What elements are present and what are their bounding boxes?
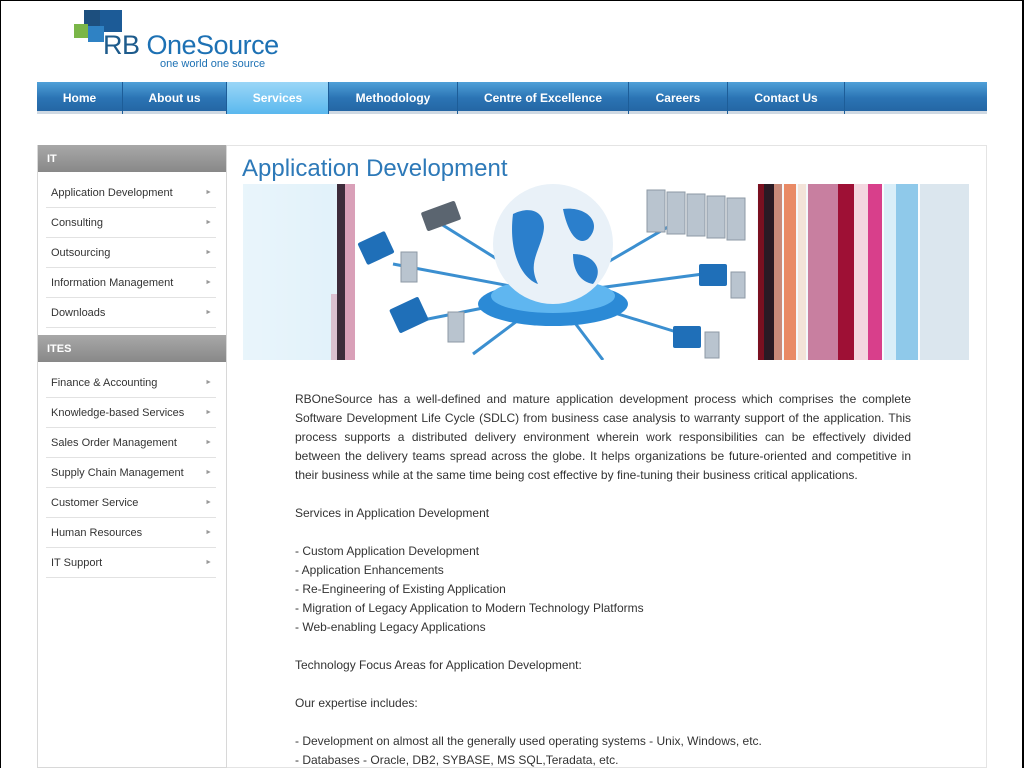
sidebar-item-label: Knowledge-based Services — [51, 406, 185, 419]
sidebar-item-label: Customer Service — [51, 496, 139, 509]
services-list-item: - Application Enhancements — [295, 563, 444, 577]
globe-network-illustration — [243, 184, 969, 360]
nav-centre-of-excellence[interactable]: Centre of Excellence — [458, 82, 629, 114]
sidebar-list-ites: Finance & Accounting ► Knowledge-based Se… — [38, 362, 226, 585]
article-body: RBOneSource has a well-defined and matur… — [295, 390, 911, 768]
nav-careers[interactable]: Careers — [629, 82, 728, 114]
nav-about-us[interactable]: About us — [123, 82, 227, 114]
intro-paragraph: RBOneSource has a well-defined and matur… — [295, 392, 911, 482]
sidebar-item-supply-chain-management[interactable]: Supply Chain Management ► — [46, 458, 216, 488]
sidebar-list-it: Application Development ► Consulting ► Out… — [38, 172, 226, 335]
services-list-item: - Web-enabling Legacy Applications — [295, 620, 486, 634]
sidebar-item-label: Outsourcing — [51, 246, 111, 259]
triangle-right-icon: ► — [205, 309, 212, 316]
sidebar-item-knowledge-based-services[interactable]: Knowledge-based Services ► — [46, 398, 216, 428]
services-list-item: - Re-Engineering of Existing Application — [295, 582, 506, 596]
page-title: Application Development — [242, 155, 508, 182]
sidebar-item-label: Downloads — [51, 306, 106, 319]
sidebar-item-label: Supply Chain Management — [51, 466, 184, 479]
sidebar-item-customer-service[interactable]: Customer Service ► — [46, 488, 216, 518]
sidebar-item-label: Finance & Accounting — [51, 376, 158, 389]
sidebar-item-label: Information Management — [51, 276, 174, 289]
sidebar-heading-ites: ITES — [38, 335, 226, 362]
sidebar-item-label: Sales Order Management — [51, 436, 177, 449]
main-nav: Home About us Services Methodology Centr… — [37, 82, 987, 114]
sidebar-item-label: IT Support — [51, 556, 103, 569]
triangle-right-icon: ► — [205, 379, 212, 386]
sidebar-item-sales-order-management[interactable]: Sales Order Management ► — [46, 428, 216, 458]
triangle-right-icon: ► — [205, 469, 212, 476]
main-content: Application Development RBOneSource has … — [227, 145, 987, 768]
site-logo[interactable]: RB OneSource one world one source — [70, 10, 290, 72]
services-heading: Services in Application Development — [295, 506, 490, 520]
nav-contact-us[interactable]: Contact Us — [728, 82, 845, 114]
nav-home[interactable]: Home — [37, 82, 123, 114]
sidebar-item-outsourcing[interactable]: Outsourcing ► — [46, 238, 216, 268]
triangle-right-icon: ► — [205, 529, 212, 536]
triangle-right-icon: ► — [205, 219, 212, 226]
sidebar-item-application-development[interactable]: Application Development ► — [46, 178, 216, 208]
tech-focus-heading: Technology Focus Areas for Application D… — [295, 658, 582, 672]
sidebar-item-downloads[interactable]: Downloads ► — [46, 298, 216, 328]
logo-tagline: one world one source — [160, 58, 266, 70]
sidebar-item-consulting[interactable]: Consulting ► — [46, 208, 216, 238]
logo-wordmark: RB OneSource — [103, 30, 279, 60]
nav-services[interactable]: Services — [227, 82, 329, 114]
expertise-list-item: - Development on almost all the generall… — [295, 734, 762, 748]
nav-methodology[interactable]: Methodology — [329, 82, 458, 114]
sidebar-heading-it: IT — [38, 145, 226, 172]
sidebar-item-label: Consulting — [51, 216, 103, 229]
sidebar-item-finance-accounting[interactable]: Finance & Accounting ► — [46, 368, 216, 398]
triangle-right-icon: ► — [205, 499, 212, 506]
triangle-right-icon: ► — [205, 409, 212, 416]
expertise-list-item: - Databases - Oracle, DB2, SYBASE, MS SQ… — [295, 753, 619, 767]
sidebar-item-it-support[interactable]: IT Support ► — [46, 548, 216, 578]
sidebar-item-information-management[interactable]: Information Management ► — [46, 268, 216, 298]
sidebar: IT Application Development ► Consulting ► … — [37, 145, 227, 768]
expertise-heading: Our expertise includes: — [295, 696, 418, 710]
services-list-item: - Migration of Legacy Application to Mod… — [295, 601, 644, 615]
triangle-right-icon: ► — [205, 279, 212, 286]
triangle-right-icon: ► — [205, 189, 212, 196]
triangle-right-icon: ► — [205, 439, 212, 446]
services-list-item: - Custom Application Development — [295, 544, 480, 558]
sidebar-item-label: Application Development — [51, 186, 173, 199]
globe-network-banner — [243, 184, 969, 360]
sidebar-item-human-resources[interactable]: Human Resources ► — [46, 518, 216, 548]
sidebar-item-label: Human Resources — [51, 526, 143, 539]
triangle-right-icon: ► — [205, 559, 212, 566]
triangle-right-icon: ► — [205, 249, 212, 256]
